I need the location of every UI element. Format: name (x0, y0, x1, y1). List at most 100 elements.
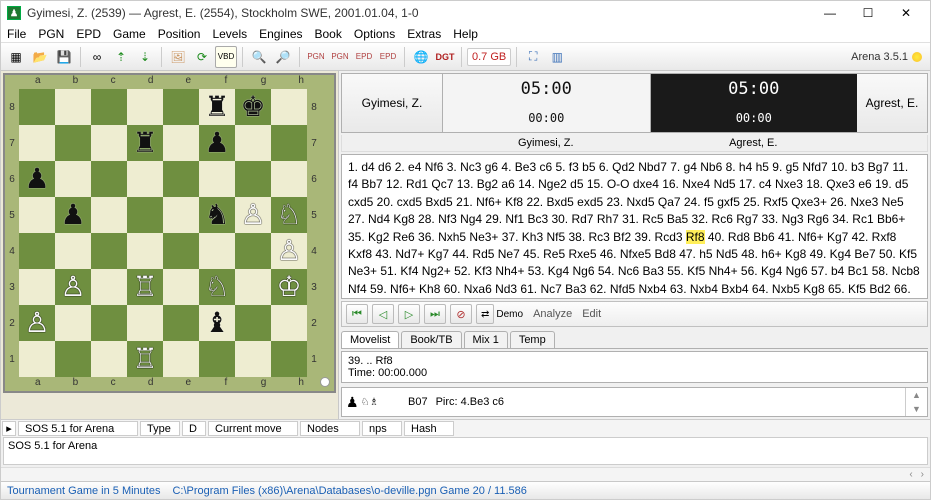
dgt-icon[interactable]: DGT (434, 46, 456, 68)
square-c4[interactable] (91, 233, 127, 269)
square-f3[interactable]: ♘ (199, 269, 235, 305)
square-h7[interactable] (271, 125, 307, 161)
square-f5[interactable]: ♞ (199, 197, 235, 233)
square-h1[interactable] (271, 341, 307, 377)
menu-engines[interactable]: Engines (259, 27, 302, 41)
square-a5[interactable] (19, 197, 55, 233)
square-g8[interactable]: ♚ (235, 89, 271, 125)
tab-book-tb[interactable]: Book/TB (401, 331, 461, 348)
first-move-button[interactable]: ⏮ (346, 304, 368, 324)
open-icon[interactable]: 📂 (29, 46, 51, 68)
square-b6[interactable] (55, 161, 91, 197)
square-a4[interactable] (19, 233, 55, 269)
menu-epd[interactable]: EPD (76, 27, 101, 41)
menu-file[interactable]: File (7, 27, 26, 41)
stop-button[interactable]: ⊘ (450, 304, 472, 324)
square-f8[interactable]: ♜ (199, 89, 235, 125)
square-b4[interactable] (55, 233, 91, 269)
square-f7[interactable]: ♟ (199, 125, 235, 161)
zoom-in-icon[interactable]: 🔍 (248, 46, 270, 68)
square-f6[interactable] (199, 161, 235, 197)
chess-board[interactable]: abcdefgh 87654321 ♜♚♜♟♟♟♞♙♘♙♙♖♘♔♙♝♖ 8765… (3, 73, 336, 393)
square-d1[interactable]: ♖ (127, 341, 163, 377)
pgn-up-icon[interactable]: PGN (329, 46, 351, 68)
square-h3[interactable]: ♔ (271, 269, 307, 305)
minimize-button[interactable]: — (812, 3, 848, 23)
square-g1[interactable] (235, 341, 271, 377)
square-c7[interactable] (91, 125, 127, 161)
square-e3[interactable] (163, 269, 199, 305)
edit-button[interactable]: Edit (582, 308, 601, 320)
square-a1[interactable] (19, 341, 55, 377)
board-icon[interactable]: ▦ (5, 46, 27, 68)
square-e8[interactable] (163, 89, 199, 125)
demo-button[interactable]: ⇄ (476, 304, 494, 324)
square-d2[interactable] (127, 305, 163, 341)
menu-extras[interactable]: Extras (407, 27, 441, 41)
square-f4[interactable] (199, 233, 235, 269)
square-f2[interactable]: ♝ (199, 305, 235, 341)
square-a6[interactable]: ♟ (19, 161, 55, 197)
square-c5[interactable] (91, 197, 127, 233)
square-c3[interactable] (91, 269, 127, 305)
menu-game[interactable]: Game (113, 27, 146, 41)
square-c2[interactable] (91, 305, 127, 341)
square-b1[interactable] (55, 341, 91, 377)
menu-help[interactable]: Help (453, 27, 478, 41)
menu-position[interactable]: Position (158, 27, 201, 41)
save-icon[interactable]: 💾 (53, 46, 75, 68)
square-c1[interactable] (91, 341, 127, 377)
scroll-buttons[interactable]: ▲▼ (905, 388, 927, 416)
square-f1[interactable] (199, 341, 235, 377)
menu-book[interactable]: Book (315, 27, 342, 41)
square-h4[interactable]: ♙ (271, 233, 307, 269)
square-g4[interactable] (235, 233, 271, 269)
square-e2[interactable] (163, 305, 199, 341)
square-d4[interactable] (127, 233, 163, 269)
square-e6[interactable] (163, 161, 199, 197)
refresh-icon[interactable]: ⟳ (191, 46, 213, 68)
analyze-button[interactable]: Analyze (533, 308, 572, 320)
square-b2[interactable] (55, 305, 91, 341)
square-h2[interactable] (271, 305, 307, 341)
grid-icon[interactable]: ▥ (546, 46, 568, 68)
square-e4[interactable] (163, 233, 199, 269)
square-g3[interactable] (235, 269, 271, 305)
engine-name-header[interactable]: SOS 5.1 for Arena (18, 421, 138, 436)
vbd-icon[interactable]: VBD (215, 46, 237, 68)
level-up-icon[interactable]: ⇡ (110, 46, 132, 68)
tab-movelist[interactable]: Movelist (341, 331, 399, 348)
globe-icon[interactable]: 🌐 (410, 46, 432, 68)
square-a7[interactable] (19, 125, 55, 161)
square-a8[interactable] (19, 89, 55, 125)
engine-toggle[interactable]: ▸ (2, 421, 16, 436)
square-e1[interactable] (163, 341, 199, 377)
close-button[interactable]: ✕ (888, 3, 924, 23)
prev-move-button[interactable]: ◁ (372, 304, 394, 324)
square-d8[interactable] (127, 89, 163, 125)
square-b5[interactable]: ♟ (55, 197, 91, 233)
horizontal-scroll[interactable]: ‹› (1, 467, 930, 481)
maximize-button[interactable]: ☐ (850, 3, 886, 23)
square-b3[interactable]: ♙ (55, 269, 91, 305)
square-g6[interactable] (235, 161, 271, 197)
square-d7[interactable]: ♜ (127, 125, 163, 161)
menu-levels[interactable]: Levels (212, 27, 247, 41)
tab-mix-1[interactable]: Mix 1 (464, 331, 508, 348)
square-d5[interactable] (127, 197, 163, 233)
next-move-button[interactable]: ▷ (398, 304, 420, 324)
epd-up-icon[interactable]: EPD (377, 46, 399, 68)
square-d6[interactable] (127, 161, 163, 197)
pgn-down-icon[interactable]: PGN (305, 46, 327, 68)
last-move-button[interactable]: ⏭ (424, 304, 446, 324)
menu-pgn[interactable]: PGN (38, 27, 64, 41)
menu-options[interactable]: Options (354, 27, 395, 41)
square-a3[interactable] (19, 269, 55, 305)
square-b8[interactable] (55, 89, 91, 125)
square-c8[interactable] (91, 89, 127, 125)
expand-icon[interactable]: ⛶ (522, 46, 544, 68)
square-b7[interactable] (55, 125, 91, 161)
square-g5[interactable]: ♙ (235, 197, 271, 233)
epd-down-icon[interactable]: EPD (353, 46, 375, 68)
picture-icon[interactable]: 🖼 (167, 46, 189, 68)
